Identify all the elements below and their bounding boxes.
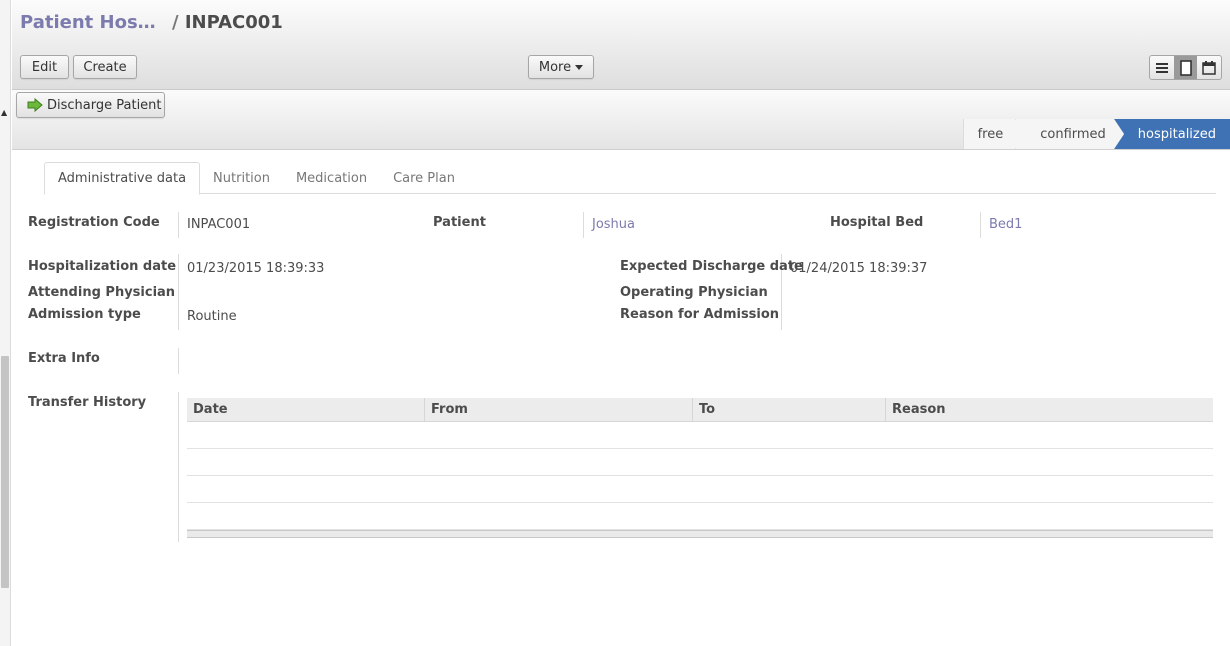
field-divider bbox=[583, 212, 584, 238]
stage-hospitalized-label: hospitalized bbox=[1137, 126, 1216, 142]
form-statusbar: Discharge Patient free confirmed hospita… bbox=[12, 90, 1230, 150]
operating-physician-label: Operating Physician bbox=[620, 285, 768, 300]
calendar-icon bbox=[1202, 60, 1216, 75]
form-icon bbox=[1179, 59, 1192, 76]
extra-info-label: Extra Info bbox=[28, 351, 100, 366]
hospitalization-date-label: Hospitalization date bbox=[28, 259, 177, 274]
breadcrumb-current: INPAC001 bbox=[184, 12, 283, 33]
notebook-tabs: Administrative data Nutrition Medication… bbox=[44, 162, 1216, 195]
expected-discharge-label: Expected Discharge date bbox=[620, 259, 803, 274]
field-divider bbox=[178, 254, 179, 330]
hospitalization-date-value: 01/23/2015 18:39:33 bbox=[187, 261, 325, 276]
caret-down-icon bbox=[575, 64, 584, 70]
table-header: Date From To Reason bbox=[187, 398, 1213, 422]
table-row bbox=[187, 422, 1213, 449]
calendar-view-button[interactable] bbox=[1197, 56, 1221, 79]
tab-medication[interactable]: Medication bbox=[283, 162, 380, 194]
admission-type-value: Routine bbox=[187, 309, 237, 324]
field-divider bbox=[980, 212, 981, 238]
discharge-patient-button[interactable]: Discharge Patient bbox=[16, 92, 165, 118]
arrow-right-icon bbox=[27, 98, 43, 112]
expected-discharge-value: 01/24/2015 18:39:37 bbox=[790, 261, 928, 276]
list-view-button[interactable] bbox=[1150, 56, 1174, 79]
tab-administrative-data[interactable]: Administrative data bbox=[44, 162, 201, 195]
patient-link[interactable]: Joshua bbox=[592, 217, 635, 232]
discharge-patient-label: Discharge Patient bbox=[47, 97, 162, 113]
create-button[interactable]: Create bbox=[73, 55, 137, 79]
breadcrumb: Patient Hos… / INPAC001 bbox=[20, 12, 283, 33]
registration-code-value: INPAC001 bbox=[187, 217, 251, 232]
registration-code-label: Registration Code bbox=[28, 215, 160, 230]
stage-free[interactable]: free bbox=[962, 119, 1025, 149]
transfer-history-label: Transfer History bbox=[28, 395, 147, 410]
column-header-to[interactable]: To bbox=[693, 398, 886, 421]
column-header-reason[interactable]: Reason bbox=[886, 398, 1213, 421]
form-view-button[interactable] bbox=[1173, 56, 1198, 79]
left-scrollbar[interactable]: ▲ bbox=[0, 0, 11, 646]
more-button-label: More bbox=[538, 59, 572, 75]
breadcrumb-separator: / bbox=[171, 12, 179, 33]
column-header-from[interactable]: From bbox=[425, 398, 693, 421]
more-button[interactable]: More bbox=[528, 55, 594, 79]
table-row bbox=[187, 503, 1213, 530]
patient-label: Patient bbox=[433, 215, 486, 230]
stage-confirmed[interactable]: confirmed bbox=[1015, 119, 1124, 149]
stage-hospitalized[interactable]: hospitalized bbox=[1113, 119, 1230, 149]
transfer-history-table: Date From To Reason bbox=[187, 398, 1213, 538]
table-footer bbox=[187, 530, 1213, 538]
admission-type-label: Admission type bbox=[28, 307, 141, 322]
view-switcher bbox=[1149, 55, 1222, 80]
tab-nutrition[interactable]: Nutrition bbox=[200, 162, 283, 194]
table-row bbox=[187, 449, 1213, 476]
field-divider bbox=[178, 392, 179, 542]
field-divider bbox=[178, 348, 179, 374]
table-row bbox=[187, 476, 1213, 503]
scrollbar-thumb[interactable] bbox=[1, 356, 9, 588]
column-header-date[interactable]: Date bbox=[187, 398, 425, 421]
field-divider bbox=[178, 212, 179, 238]
list-icon bbox=[1155, 62, 1168, 73]
attending-physician-label: Attending Physician bbox=[28, 285, 176, 300]
hospital-bed-label: Hospital Bed bbox=[830, 215, 924, 230]
hospital-bed-link[interactable]: Bed1 bbox=[989, 217, 1022, 232]
stage-pipeline: free confirmed hospitalized bbox=[962, 119, 1230, 149]
edit-button[interactable]: Edit bbox=[20, 55, 69, 79]
main-area: Patient Hos… / INPAC001 Edit Create More bbox=[12, 0, 1230, 646]
reason-for-admission-label: Reason for Admission bbox=[620, 307, 780, 322]
tab-care-plan[interactable]: Care Plan bbox=[380, 162, 468, 194]
breadcrumb-parent-link[interactable]: Patient Hos… bbox=[20, 12, 156, 33]
scroll-up-arrow-icon[interactable]: ▲ bbox=[1, 108, 7, 117]
control-panel: Patient Hos… / INPAC001 Edit Create More bbox=[12, 0, 1230, 90]
